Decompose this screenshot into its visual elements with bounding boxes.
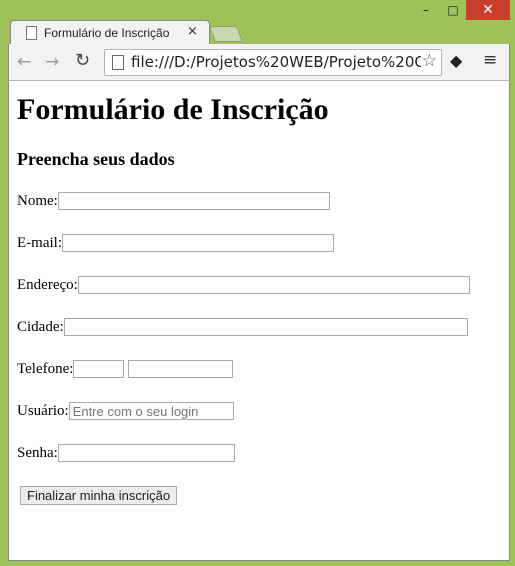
endereco-input[interactable]	[77, 276, 470, 294]
minimize-button[interactable]: –	[412, 0, 440, 20]
forward-arrow-icon[interactable]: →	[45, 52, 59, 72]
page-title: Formulário de Inscrição	[17, 93, 329, 126]
minimize-icon: –	[423, 3, 429, 17]
page-icon	[26, 26, 37, 40]
maximize-button[interactable]: □	[440, 0, 466, 20]
nome-label: Nome:	[17, 192, 58, 209]
tab-title: Formulário de Inscrição	[44, 26, 170, 40]
senha-label: Senha:	[17, 444, 58, 461]
address-bar[interactable]: file:///D:/Projetos%20WEB/Projeto%20Cu ☆	[104, 49, 442, 76]
email-input[interactable]	[62, 234, 334, 252]
submit-button[interactable]: Finalizar minha inscrição	[20, 486, 178, 505]
address-url[interactable]: file:///D:/Projetos%20WEB/Projeto%20Cu	[131, 53, 421, 71]
menu-icon[interactable]: ≡	[483, 50, 497, 70]
usuario-label: Usuário:	[17, 402, 69, 419]
telefone-label: Telefone:	[17, 360, 74, 377]
cidade-input[interactable]	[63, 318, 468, 336]
browser-window: – □ ✕ Formulário de Inscrição × ← → ↻ fi…	[0, 0, 515, 566]
telefone-numero-input[interactable]	[128, 360, 234, 378]
nome-row: Nome:	[17, 190, 330, 212]
page-content: Formulário de Inscrição Preencha seus da…	[8, 81, 510, 561]
nome-input[interactable]	[57, 192, 330, 210]
usuario-row: Usuário:	[17, 400, 234, 422]
close-icon: ✕	[482, 2, 494, 18]
browser-tab[interactable]: Formulário de Inscrição ×	[10, 20, 210, 45]
close-window-button[interactable]: ✕	[466, 0, 510, 20]
browser-toolbar: ← → ↻ file:///D:/Projetos%20WEB/Projeto%…	[8, 44, 510, 81]
cidade-label: Cidade:	[17, 318, 64, 335]
bookmark-star-icon[interactable]: ☆	[422, 51, 437, 71]
senha-input[interactable]	[57, 444, 235, 462]
senha-row: Senha:	[17, 442, 235, 464]
email-label: E-mail:	[17, 234, 62, 251]
extension-layers-icon[interactable]: ◆	[450, 51, 462, 70]
endereco-label: Endereço:	[17, 276, 78, 293]
file-page-icon	[112, 55, 124, 70]
cidade-row: Cidade:	[17, 316, 468, 338]
endereco-row: Endereço:	[17, 274, 470, 296]
new-tab-button[interactable]	[209, 26, 243, 42]
telefone-row: Telefone:	[17, 358, 234, 380]
email-row: E-mail:	[17, 232, 334, 254]
back-arrow-icon[interactable]: ←	[17, 52, 31, 72]
usuario-input[interactable]	[68, 402, 234, 420]
page-subtitle: Preencha seus dados	[17, 149, 175, 169]
tab-close-icon[interactable]: ×	[187, 24, 198, 39]
maximize-icon: □	[447, 3, 459, 17]
telefone-ddd-input[interactable]	[73, 360, 125, 378]
reload-icon[interactable]: ↻	[75, 50, 90, 71]
